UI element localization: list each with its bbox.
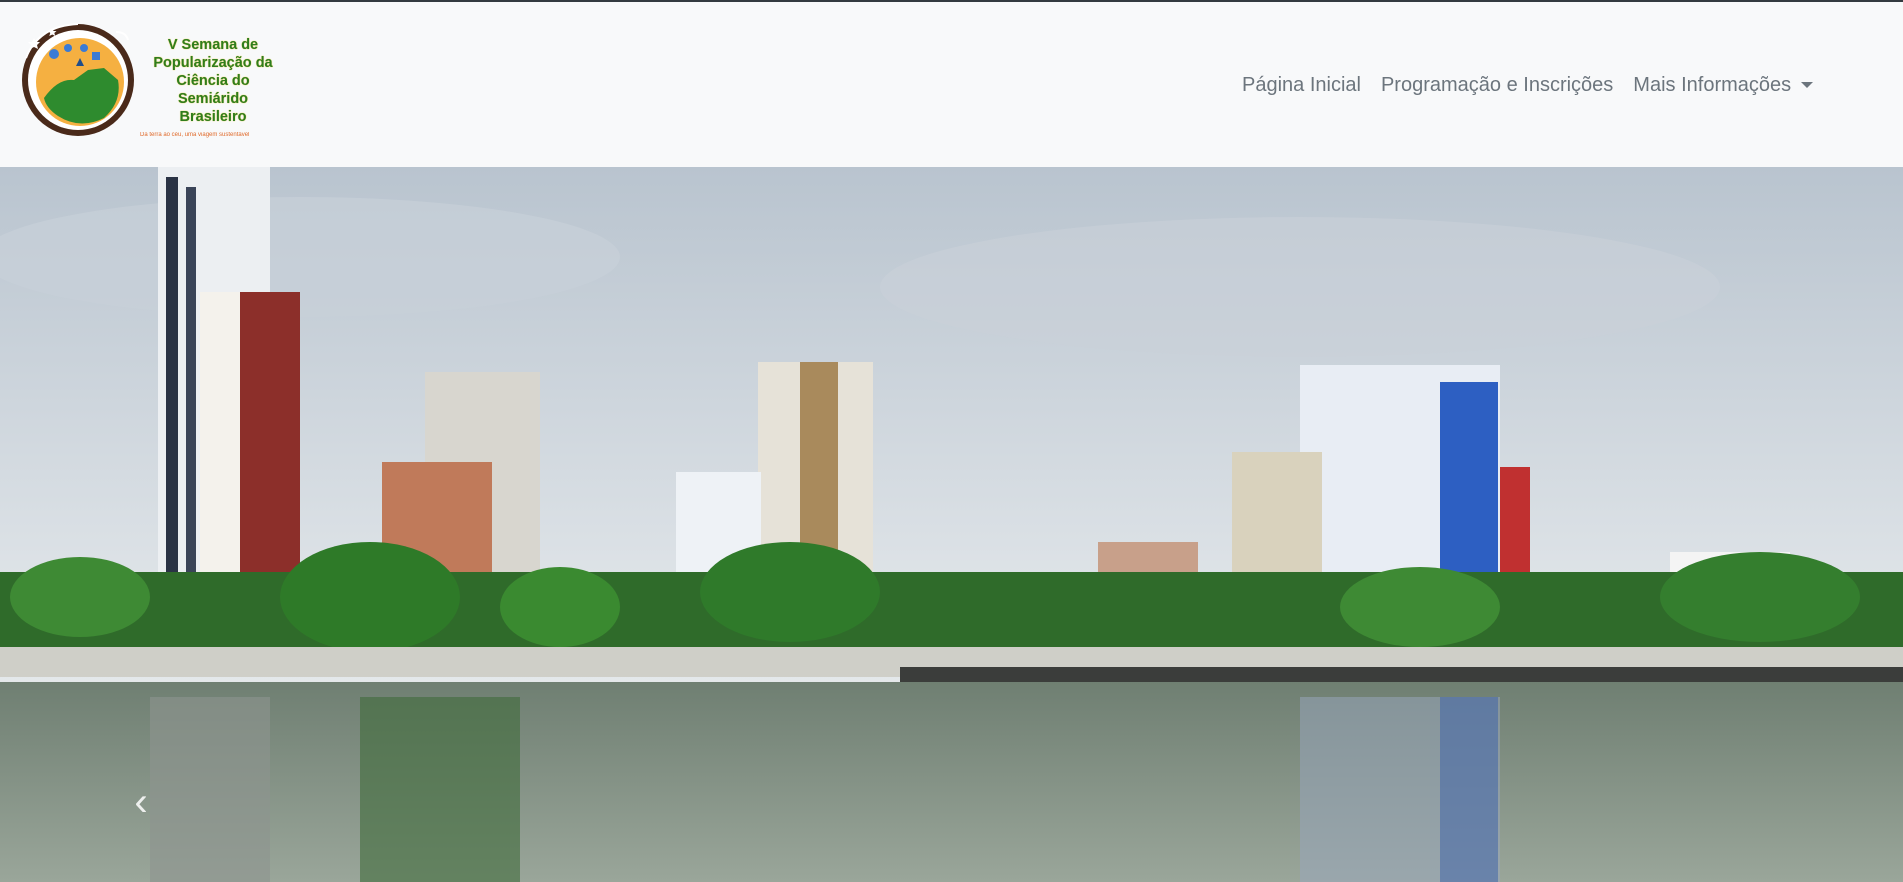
navbar: V Semana de Popularização da Ciência do … <box>0 2 1903 167</box>
nav-link-home[interactable]: Página Inicial <box>1232 74 1371 97</box>
main-nav: Página Inicial Programação e Inscrições … <box>1232 70 1823 100</box>
hero-image <box>0 167 1903 882</box>
nav-item-home: Página Inicial <box>1232 74 1371 97</box>
carousel-prev-button[interactable]: ‹ <box>126 777 156 827</box>
logo-emblem-icon <box>22 23 134 136</box>
brand-slogan: Da terra ao céu, uma viagem sustentável <box>140 132 250 138</box>
nav-dropdown-mais-informacoes[interactable]: Mais Informações <box>1623 74 1823 97</box>
chevron-down-icon <box>1801 82 1814 88</box>
hero-carousel: ‹ <box>0 167 1903 882</box>
nav-item-mais-informacoes: Mais Informações <box>1623 74 1823 97</box>
nav-item-programacao: Programação e Inscrições <box>1371 74 1623 97</box>
chevron-left-icon: ‹ <box>134 779 148 824</box>
brand-logo-link[interactable]: V Semana de Popularização da Ciência do … <box>18 18 273 154</box>
brand-title: V Semana de Popularização da Ciência do … <box>153 37 273 125</box>
nav-link-programacao[interactable]: Programação e Inscrições <box>1371 74 1623 97</box>
nav-dropdown-label: Mais Informações <box>1633 73 1792 96</box>
